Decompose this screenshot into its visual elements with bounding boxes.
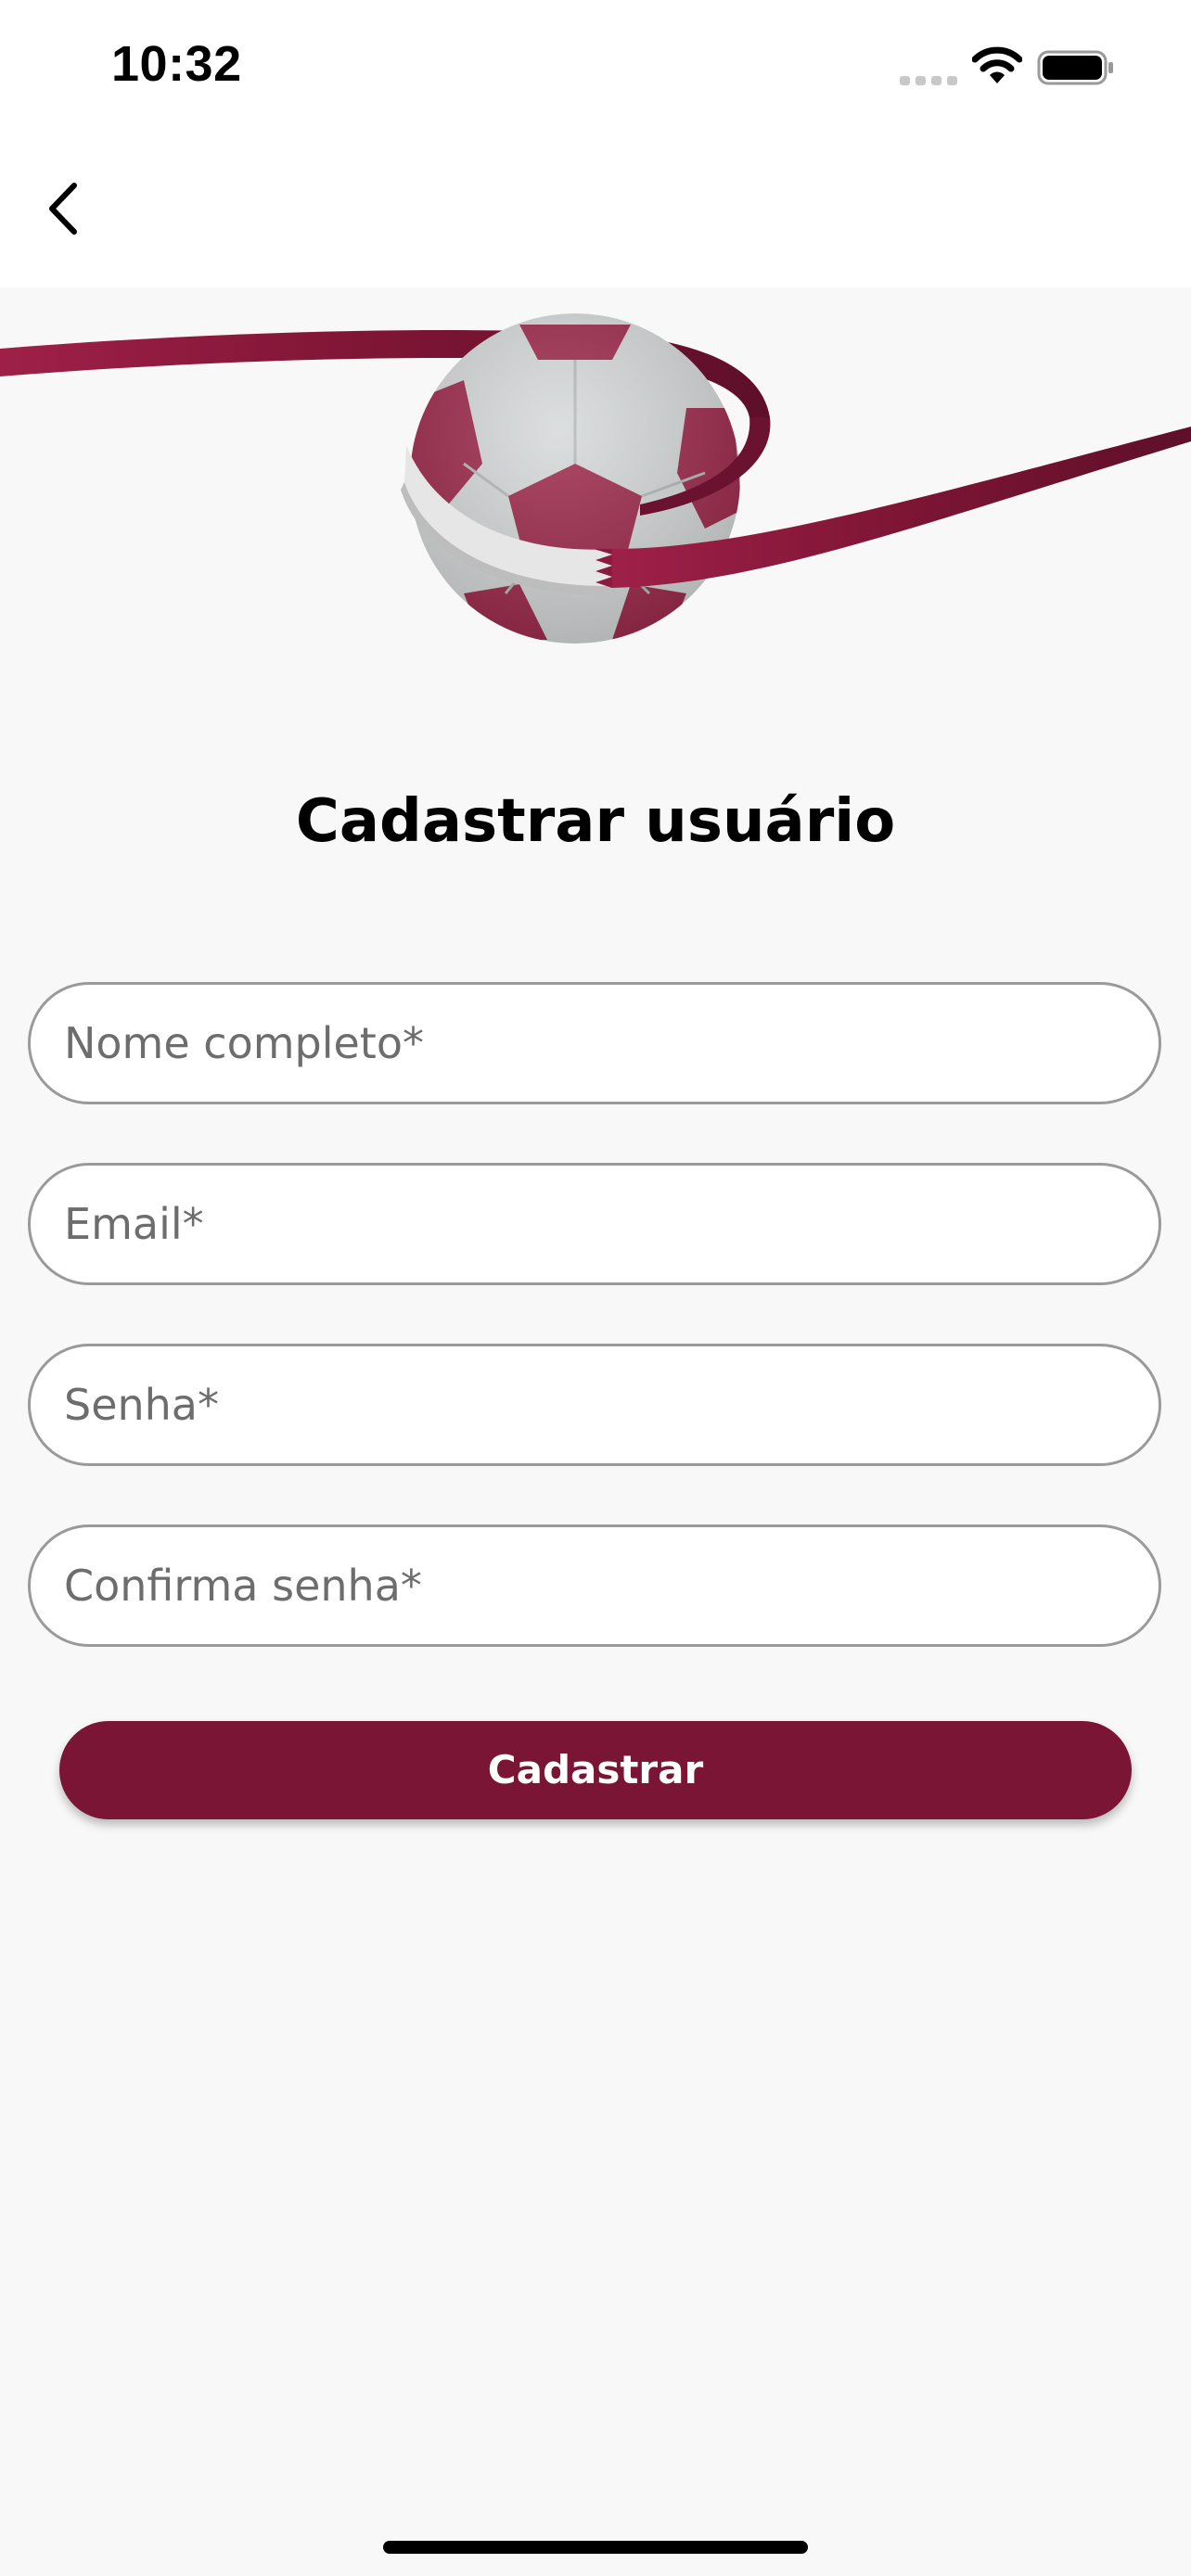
confirm-password-input[interactable] xyxy=(64,1527,1121,1644)
home-indicator[interactable] xyxy=(383,2541,808,2554)
email-input[interactable] xyxy=(64,1166,1121,1282)
password-field[interactable] xyxy=(28,1344,1161,1466)
register-button[interactable]: Cadastrar xyxy=(59,1721,1132,1819)
status-time: 10:32 xyxy=(111,36,242,92)
chevron-left-icon xyxy=(49,183,77,235)
confirm-password-field[interactable] xyxy=(28,1524,1161,1647)
back-button[interactable] xyxy=(28,167,111,250)
page-title: Cadastrar usuário xyxy=(295,787,896,856)
password-input[interactable] xyxy=(64,1346,1121,1463)
battery-icon xyxy=(1037,50,1113,85)
full-name-field[interactable] xyxy=(28,982,1161,1104)
full-name-input[interactable] xyxy=(64,985,1121,1102)
email-field[interactable] xyxy=(28,1163,1161,1285)
nav-bar xyxy=(0,139,1191,287)
status-bar: 10:32 xyxy=(0,0,1191,139)
cellular-signal-icon xyxy=(900,76,957,85)
wifi-icon xyxy=(972,46,1022,83)
soccer-ball-illustration xyxy=(0,313,1191,644)
